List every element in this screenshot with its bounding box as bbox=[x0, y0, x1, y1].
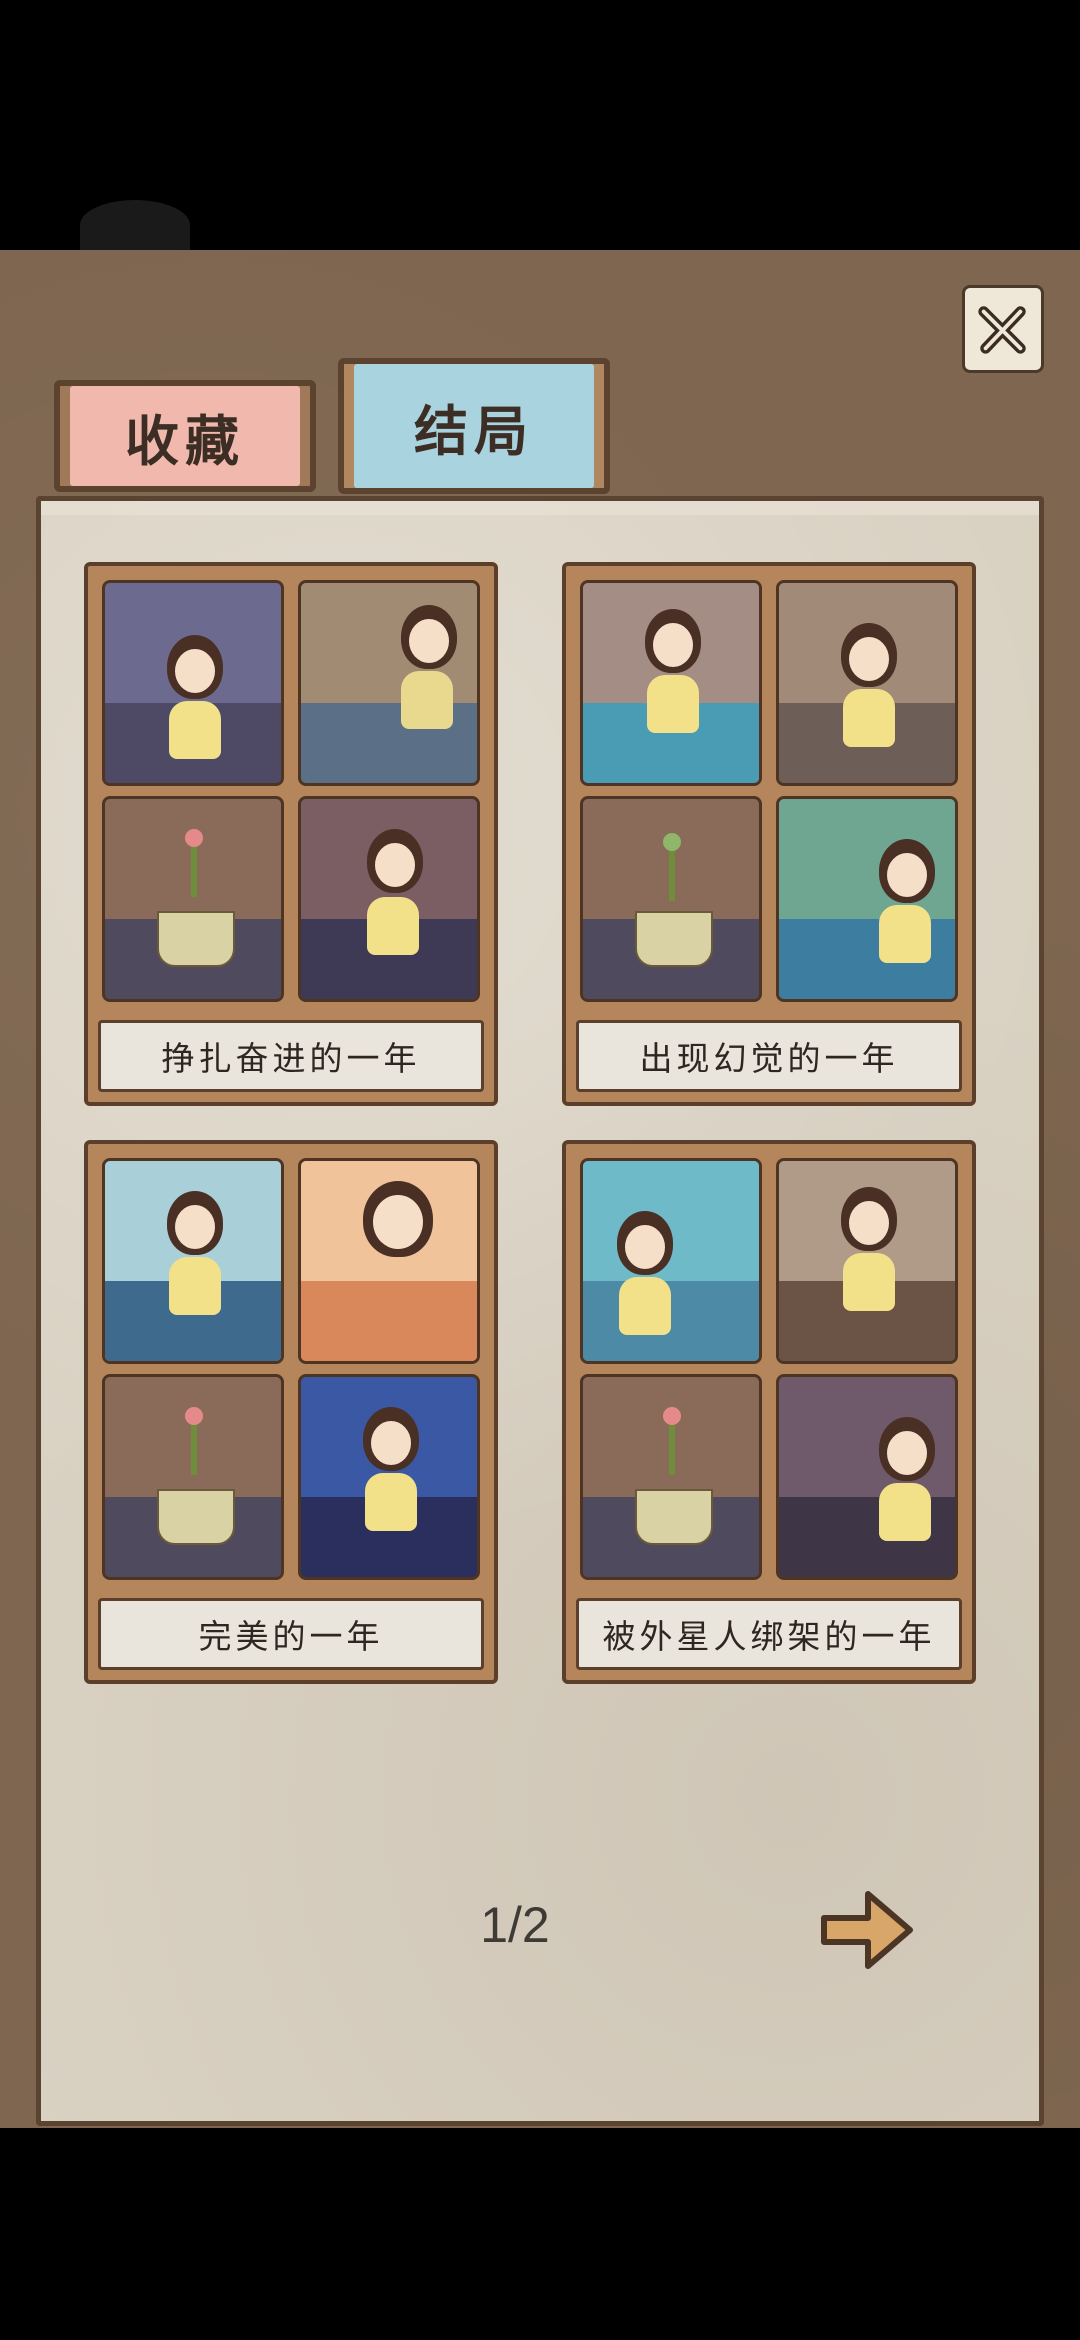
ending-caption: 出现幻觉的一年 bbox=[576, 1020, 962, 1092]
close-button[interactable] bbox=[962, 285, 1044, 373]
ending-image bbox=[298, 796, 480, 1002]
ending-image-grid bbox=[102, 580, 480, 1002]
tab-endings-label: 结局 bbox=[354, 364, 594, 488]
ending-card[interactable]: 出现幻觉的一年 bbox=[562, 562, 976, 1106]
ending-image-grid bbox=[580, 1158, 958, 1580]
page-indicator: 1/2 bbox=[480, 1897, 550, 1953]
paper-edge bbox=[41, 501, 1039, 515]
ending-image bbox=[776, 1158, 958, 1364]
ending-image bbox=[102, 1158, 284, 1364]
arrow-right-icon bbox=[821, 1891, 913, 1969]
tab-endings[interactable]: 结局 bbox=[338, 358, 610, 494]
next-page-button[interactable] bbox=[816, 1884, 916, 1976]
status-bar bbox=[0, 0, 1080, 250]
ending-image bbox=[298, 580, 480, 786]
close-icon bbox=[978, 306, 1026, 354]
status-decoration bbox=[80, 200, 190, 250]
ending-caption: 被外星人绑架的一年 bbox=[576, 1598, 962, 1670]
ending-image bbox=[102, 1374, 284, 1580]
ending-image bbox=[580, 1374, 762, 1580]
ending-image bbox=[102, 580, 284, 786]
tab-collection-label: 收藏 bbox=[70, 386, 300, 486]
ending-image bbox=[776, 796, 958, 1002]
ending-image bbox=[298, 1158, 480, 1364]
ending-image bbox=[776, 580, 958, 786]
ending-image bbox=[776, 1374, 958, 1580]
ending-card[interactable]: 完美的一年 bbox=[84, 1140, 498, 1684]
ending-image bbox=[580, 1158, 762, 1364]
ending-image-grid bbox=[102, 1158, 480, 1580]
ending-caption: 挣扎奋进的一年 bbox=[98, 1020, 484, 1092]
system-nav-bar bbox=[0, 2128, 1080, 2340]
tab-collection[interactable]: 收藏 bbox=[54, 380, 316, 492]
ending-image bbox=[580, 580, 762, 786]
ending-image bbox=[298, 1374, 480, 1580]
ending-card[interactable]: 被外星人绑架的一年 bbox=[562, 1140, 976, 1684]
ending-image bbox=[580, 796, 762, 1002]
ending-image-grid bbox=[580, 580, 958, 1002]
ending-caption: 完美的一年 bbox=[98, 1598, 484, 1670]
ending-card[interactable]: 挣扎奋进的一年 bbox=[84, 562, 498, 1106]
ending-image bbox=[102, 796, 284, 1002]
